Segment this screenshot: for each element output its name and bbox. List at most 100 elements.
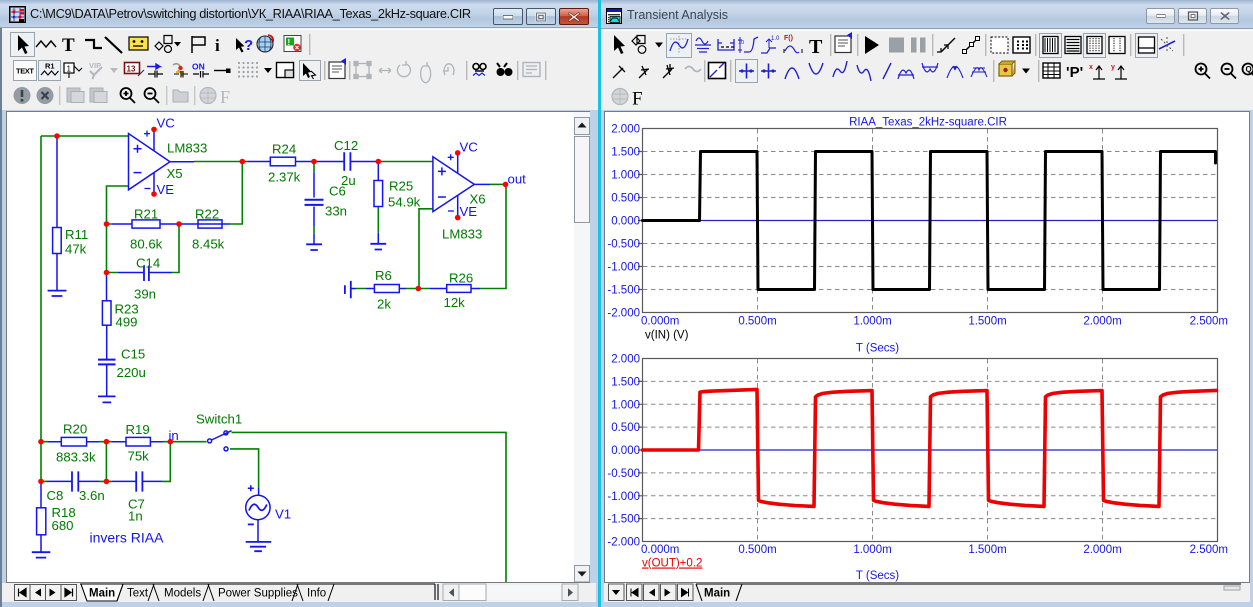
svg-text:3.6n: 3.6n xyxy=(79,488,105,503)
svg-text:54.9k: 54.9k xyxy=(388,195,421,210)
svg-text:2.000: 2.000 xyxy=(611,354,640,366)
svg-text:Main: Main xyxy=(89,588,115,600)
svg-text:2.000m: 2.000m xyxy=(1083,316,1121,328)
svg-text:out: out xyxy=(508,172,527,187)
svg-text:883.3k: 883.3k xyxy=(56,450,96,465)
svg-text:F: F xyxy=(220,87,230,107)
svg-text:VC: VC xyxy=(460,140,479,155)
svg-text:-1.500: -1.500 xyxy=(607,285,640,297)
svg-text:2.500m: 2.500m xyxy=(1190,544,1228,556)
svg-text:F: F xyxy=(632,89,643,110)
svg-text:680: 680 xyxy=(52,518,74,533)
svg-text:v(IN) (V): v(IN) (V) xyxy=(645,330,689,342)
svg-text:0.500: 0.500 xyxy=(611,422,640,434)
svg-text:VE: VE xyxy=(157,182,175,197)
svg-text:'P': 'P' xyxy=(1066,64,1083,81)
svg-text:RIAA_Texas_2kHz-square.CIR: RIAA_Texas_2kHz-square.CIR xyxy=(849,117,1007,129)
svg-text:x: x xyxy=(1089,64,1093,71)
svg-text:VE: VE xyxy=(460,204,478,219)
svg-text:0.000: 0.000 xyxy=(611,445,640,457)
svg-text:!: ! xyxy=(288,38,291,47)
svg-text:R19: R19 xyxy=(126,422,150,437)
svg-text:1.000: 1.000 xyxy=(611,170,640,182)
svg-text:0.000m: 0.000m xyxy=(641,316,679,328)
svg-text:39n: 39n xyxy=(134,287,156,302)
svg-text:T: T xyxy=(62,35,75,56)
svg-text:-2.000: -2.000 xyxy=(607,537,640,549)
svg-text:2k: 2k xyxy=(377,297,391,312)
svg-text:2.37k: 2.37k xyxy=(268,170,301,185)
svg-text:80.6k: 80.6k xyxy=(130,237,163,252)
svg-text:T (Secs): T (Secs) xyxy=(856,570,899,582)
svg-text:i: i xyxy=(215,36,220,55)
svg-text:R21: R21 xyxy=(134,207,158,222)
svg-text:R26: R26 xyxy=(449,271,473,286)
svg-text:VC: VC xyxy=(157,116,176,131)
svg-text:Q: Q xyxy=(1246,65,1252,74)
svg-text:X5: X5 xyxy=(167,166,183,181)
svg-text:R22: R22 xyxy=(195,207,219,222)
svg-text:-0.500: -0.500 xyxy=(607,239,640,251)
svg-text:2.000m: 2.000m xyxy=(1083,544,1121,556)
svg-text:0.500: 0.500 xyxy=(611,193,640,205)
svg-text:-1.500: -1.500 xyxy=(607,514,640,526)
svg-text:C15: C15 xyxy=(121,347,145,362)
svg-text:R11: R11 xyxy=(65,227,88,242)
svg-text:C8: C8 xyxy=(47,488,64,503)
svg-text:Switch1: Switch1 xyxy=(196,412,242,427)
svg-text:C6: C6 xyxy=(329,184,346,199)
svg-text:Info: Info xyxy=(307,588,326,600)
svg-text:75k: 75k xyxy=(128,449,150,464)
svg-text:Power Supplies: Power Supplies xyxy=(218,588,298,600)
svg-text:R6: R6 xyxy=(375,268,392,283)
svg-text:T (Secs): T (Secs) xyxy=(856,343,899,355)
svg-text:1.500: 1.500 xyxy=(611,147,640,159)
svg-text:0.000: 0.000 xyxy=(611,216,640,228)
svg-text:13: 13 xyxy=(127,65,136,74)
svg-text:0.500m: 0.500m xyxy=(738,316,776,328)
svg-text:8.45k: 8.45k xyxy=(192,237,225,252)
svg-text:C12: C12 xyxy=(334,138,358,153)
svg-text:-2.000: -2.000 xyxy=(607,308,640,320)
svg-text:v(OUT)+0.2: v(OUT)+0.2 xyxy=(642,558,702,570)
svg-text:LM833: LM833 xyxy=(442,227,482,242)
svg-text:1.500: 1.500 xyxy=(611,376,640,388)
svg-text:TEXT: TEXT xyxy=(16,67,34,76)
svg-text:220u: 220u xyxy=(117,365,146,380)
svg-text:?: ? xyxy=(244,37,253,54)
svg-text:0.000m: 0.000m xyxy=(641,544,679,556)
svg-text:-1.000: -1.000 xyxy=(607,491,640,503)
svg-text:1.500m: 1.500m xyxy=(968,316,1006,328)
svg-text:ON: ON xyxy=(192,62,205,72)
svg-text:y: y xyxy=(1111,64,1115,71)
svg-text:0.500m: 0.500m xyxy=(738,544,776,556)
svg-text:Text: Text xyxy=(127,588,149,600)
svg-text:Models: Models xyxy=(164,588,201,600)
svg-text:Main: Main xyxy=(704,588,730,600)
svg-text:1.0: 1.0 xyxy=(771,36,780,42)
svg-text:-0.500: -0.500 xyxy=(607,468,640,480)
svg-text:33n: 33n xyxy=(325,204,347,219)
svg-text:R1: R1 xyxy=(45,62,55,71)
svg-text:-1.000: -1.000 xyxy=(607,262,640,274)
svg-text:F(): F() xyxy=(784,35,793,42)
svg-text:1.000m: 1.000m xyxy=(853,316,891,328)
svg-text:499: 499 xyxy=(116,315,138,330)
svg-text:1: 1 xyxy=(67,65,72,74)
svg-text:2.500m: 2.500m xyxy=(1190,316,1228,328)
svg-text:R24: R24 xyxy=(272,142,296,157)
svg-text:V1: V1 xyxy=(275,507,291,522)
svg-text:invers RIAA: invers RIAA xyxy=(90,530,165,546)
svg-text:T: T xyxy=(809,36,823,58)
svg-text:R25: R25 xyxy=(389,179,413,194)
svg-text:2.000: 2.000 xyxy=(611,124,640,136)
svg-text:1.500m: 1.500m xyxy=(968,544,1006,556)
svg-text:10: 10 xyxy=(738,40,744,46)
svg-text:in: in xyxy=(169,428,179,443)
svg-text:R20: R20 xyxy=(63,422,87,437)
svg-text:C14: C14 xyxy=(136,256,160,271)
svg-text:1n: 1n xyxy=(128,509,143,524)
svg-text:1.000: 1.000 xyxy=(611,399,640,411)
svg-text:47k: 47k xyxy=(65,242,87,257)
svg-text:12k: 12k xyxy=(444,295,466,310)
